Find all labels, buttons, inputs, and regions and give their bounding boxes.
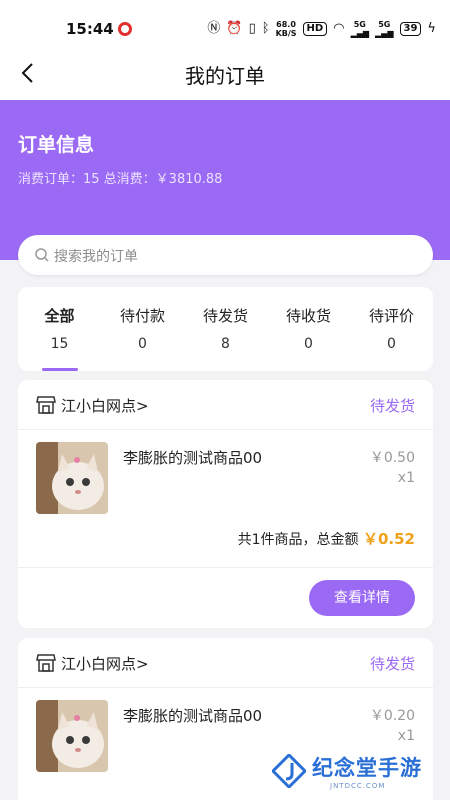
tab-label: 待评价 bbox=[368, 307, 414, 325]
store-name[interactable]: 江小白网点> bbox=[61, 653, 149, 674]
tab-count: 0 bbox=[387, 336, 396, 352]
network-speed: 68.0 KB/S bbox=[275, 20, 297, 38]
order-status: 待发货 bbox=[369, 655, 415, 673]
signal-1: 5G ▂▄▆ bbox=[350, 20, 370, 38]
cat-photo bbox=[36, 700, 108, 772]
vibrate-icon: ▯ bbox=[248, 21, 256, 36]
order-total-label: 共1件商品，总金额 bbox=[237, 532, 359, 548]
status-icons: Ⓝ ⏰ ▯ ᛒ 68.0 KB/S HD ◠ 5G ▂▄▆ 5G ▂▄▆ 39 ϟ bbox=[207, 20, 436, 38]
product-quantity: x1 bbox=[397, 728, 415, 744]
store-icon bbox=[36, 396, 56, 414]
order-status: 待发货 bbox=[369, 397, 415, 415]
cat-photo bbox=[36, 442, 108, 514]
product-image[interactable] bbox=[36, 700, 108, 772]
watermark-subtext: JNTDCC.COM bbox=[330, 782, 386, 790]
product-image[interactable] bbox=[36, 442, 108, 514]
order-total-row: 共1件商品，总金额 ￥0.52 bbox=[238, 528, 415, 549]
product-quantity: x1 bbox=[397, 470, 415, 486]
order-summary: 消费订单：15 总消费：￥3810.88 bbox=[18, 172, 223, 187]
search-placeholder: 搜索我的订单 bbox=[54, 249, 138, 265]
tab-pending-receipt[interactable]: 待收货 0 bbox=[267, 287, 350, 371]
view-details-button[interactable]: 查看详情 bbox=[309, 580, 415, 616]
nfc-icon: Ⓝ bbox=[207, 21, 221, 36]
watermark-logo-icon bbox=[272, 754, 306, 788]
tab-label: 待发货 bbox=[202, 307, 248, 325]
battery-indicator: 39 bbox=[399, 22, 422, 36]
alarm-icon: ⏰ bbox=[226, 21, 243, 36]
charging-icon: ϟ bbox=[427, 21, 436, 36]
store-name[interactable]: 江小白网点> bbox=[61, 395, 149, 416]
watermark-text: 纪念堂手游 bbox=[312, 756, 422, 780]
store-row[interactable]: 江小白网点> 待发货 bbox=[18, 638, 433, 688]
wifi-icon: ◠ bbox=[333, 21, 345, 36]
tab-count: 15 bbox=[50, 336, 69, 352]
bluetooth-icon: ᛒ bbox=[261, 21, 270, 36]
app-notification-icon bbox=[118, 22, 132, 36]
nav-bar: 我的订单 bbox=[0, 44, 450, 100]
tab-pending-payment[interactable]: 待付款 0 bbox=[101, 287, 184, 371]
tab-label: 全部 bbox=[44, 307, 75, 325]
divider bbox=[18, 567, 433, 568]
tab-all[interactable]: 全部 15 bbox=[18, 287, 101, 371]
order-total-amount: ￥0.52 bbox=[362, 530, 415, 548]
tab-label: 待付款 bbox=[119, 307, 165, 325]
product-price: ￥0.20 bbox=[369, 708, 415, 724]
product-price: ￥0.50 bbox=[369, 450, 415, 466]
product-name[interactable]: 李膨胀的测试商品00 bbox=[123, 705, 262, 726]
status-time: 15:44 bbox=[66, 20, 114, 38]
chevron-right-icon: > bbox=[136, 655, 149, 673]
search-input[interactable]: 搜索我的订单 bbox=[18, 235, 433, 275]
tab-label: 待收货 bbox=[285, 307, 331, 325]
page-title: 我的订单 bbox=[185, 64, 265, 88]
tab-pending-shipment[interactable]: 待发货 8 bbox=[184, 287, 267, 371]
signal-2: 5G ▂▄▆ bbox=[375, 20, 394, 38]
active-tab-indicator bbox=[41, 368, 78, 371]
search-icon bbox=[35, 248, 49, 262]
chevron-right-icon: > bbox=[136, 397, 149, 415]
store-row[interactable]: 江小白网点> 待发货 bbox=[18, 380, 433, 430]
order-card[interactable]: 江小白网点> 待发货 李膨胀的测试商品00 ￥0.50 x1 共1件商品，总金额… bbox=[18, 380, 433, 628]
site-watermark: 纪念堂手游 JNTDCC.COM bbox=[272, 748, 432, 796]
tab-pending-review[interactable]: 待评价 0 bbox=[350, 287, 433, 371]
hd-badge: HD bbox=[302, 22, 328, 36]
store-icon bbox=[36, 654, 56, 672]
order-status-tabs: 全部 15 待付款 0 待发货 8 待收货 0 待评价 0 bbox=[18, 287, 433, 371]
tab-count: 0 bbox=[138, 336, 147, 352]
tab-count: 8 bbox=[221, 336, 230, 352]
order-info-title: 订单信息 bbox=[18, 134, 95, 156]
tab-count: 0 bbox=[304, 336, 313, 352]
product-name[interactable]: 李膨胀的测试商品00 bbox=[123, 447, 262, 468]
